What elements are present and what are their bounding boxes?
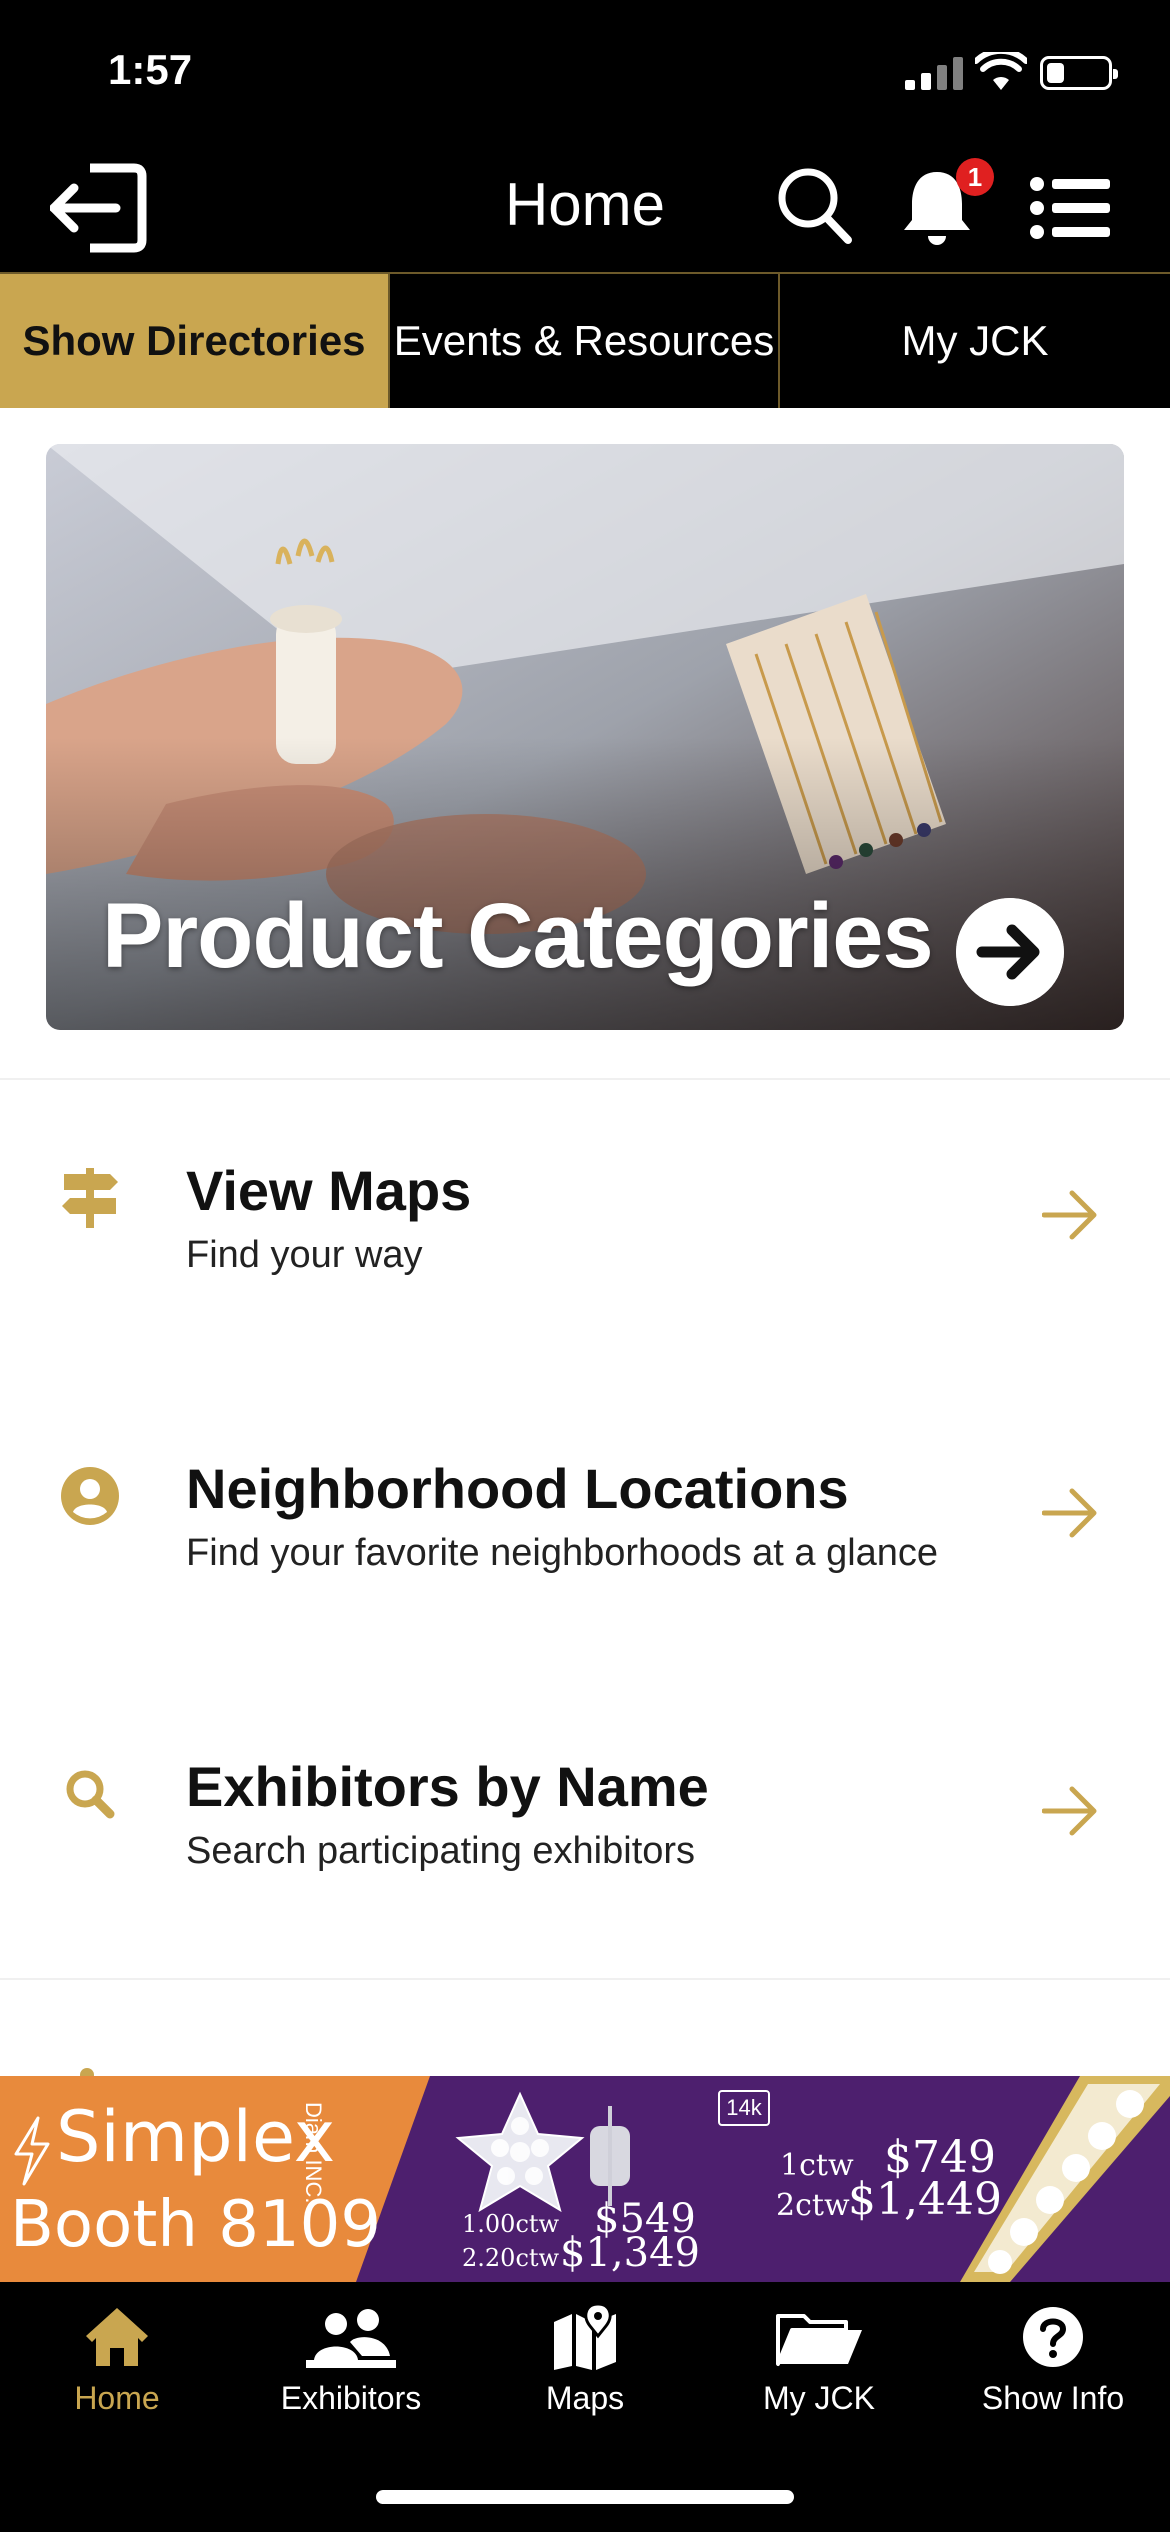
- question-icon: [1023, 2307, 1083, 2367]
- tab-label: Maps: [545, 2380, 625, 2416]
- arrow-right-icon: [1042, 1488, 1097, 1538]
- home-indicator: [376, 2490, 794, 2504]
- tab-label: Show Info: [981, 2380, 1125, 2416]
- list-item-exhibitors-by-name[interactable]: Exhibitors by Name Search participating …: [0, 1755, 1170, 1964]
- tab-maps[interactable]: Maps: [468, 2282, 702, 2442]
- product-categories-card[interactable]: Product Categories: [46, 444, 1124, 1030]
- exhibitors-icon: [306, 2309, 396, 2368]
- list-item-neighborhood-locations[interactable]: Neighborhood Locations Find your favorit…: [0, 1457, 1170, 1666]
- signpost-icon: [62, 1168, 118, 1228]
- ad-right-ctw2: 2ctw: [776, 2188, 850, 2223]
- status-bar: 1:57: [0, 0, 1170, 140]
- ad-banner[interactable]: Simplex Diam INC. Booth 8109 1.00ctw $54…: [0, 2076, 1170, 2282]
- divider: [0, 1078, 1170, 1080]
- list-item-title: Exhibitors by Name: [186, 1755, 709, 1818]
- hero-title: Product Categories: [102, 885, 934, 987]
- arrow-right-icon: [1042, 1190, 1097, 1240]
- ad-booth: Booth 8109: [10, 2188, 382, 2262]
- tab-home[interactable]: Home: [0, 2282, 234, 2442]
- tab-label: My JCK: [763, 2380, 875, 2416]
- user-circle-icon: [61, 1467, 119, 1525]
- ad-right-ctw1: 1ctw: [780, 2148, 854, 2183]
- tab-my-jck[interactable]: My JCK: [702, 2282, 936, 2442]
- page-title: Home: [504, 171, 666, 238]
- search-icon[interactable]: [776, 166, 854, 246]
- search-icon: [66, 1770, 115, 1819]
- map-icon: [554, 2302, 616, 2370]
- tab-events-resources[interactable]: Events & Resources: [390, 274, 780, 408]
- list-item-icon-partial: [80, 2068, 94, 2076]
- list-item-subtitle: Find your way: [186, 1234, 423, 1276]
- list-item-title: Neighborhood Locations: [186, 1457, 849, 1520]
- ad-left-ctw1: 1.00ctw: [462, 2210, 560, 2238]
- tab-label: Home: [74, 2380, 160, 2416]
- tab-label: Exhibitors: [280, 2380, 422, 2416]
- ring-band-image: [960, 2076, 1170, 2282]
- tab-show-directories[interactable]: Show Directories: [0, 274, 390, 408]
- status-time: 1:57: [108, 46, 193, 93]
- list-item-title: View Maps: [186, 1159, 472, 1222]
- tab-show-info[interactable]: Show Info: [936, 2282, 1170, 2442]
- main-content: Product Categories View Maps Find your w…: [0, 408, 1170, 2076]
- battery-icon: [1040, 56, 1118, 90]
- ad-karat-label: 14k: [718, 2090, 770, 2126]
- lightning-icon: [14, 2116, 50, 2186]
- nav-bar: Home: [0, 140, 1170, 272]
- cellular-signal-icon: [905, 56, 965, 90]
- wifi-icon: [975, 52, 1027, 90]
- arrow-right-circle-icon: [956, 898, 1064, 1006]
- ad-left-ctw2: 2.20ctw: [462, 2244, 560, 2272]
- tab-exhibitors[interactable]: Exhibitors: [234, 2282, 468, 2442]
- list-item-view-maps[interactable]: View Maps Find your way: [0, 1159, 1170, 1368]
- home-icon: [86, 2308, 148, 2366]
- divider: [0, 1978, 1170, 1980]
- list-item-subtitle: Find your favorite neighborhoods at a gl…: [186, 1532, 939, 1574]
- tab-my-jck[interactable]: My JCK: [780, 274, 1170, 408]
- notification-badge: 1: [956, 158, 994, 196]
- ad-brand: Simplex: [56, 2096, 336, 2178]
- battery-level: [1047, 63, 1064, 83]
- ad-left-price2: $1,349: [560, 2230, 700, 2276]
- arrow-right-icon: [1042, 1786, 1097, 1836]
- list-item-subtitle: Search participating exhibitors: [186, 1830, 696, 1872]
- folder-icon: [776, 2314, 862, 2366]
- menu-list-icon[interactable]: [1030, 176, 1110, 240]
- top-tabs: Show Directories Events & Resources My J…: [0, 272, 1170, 408]
